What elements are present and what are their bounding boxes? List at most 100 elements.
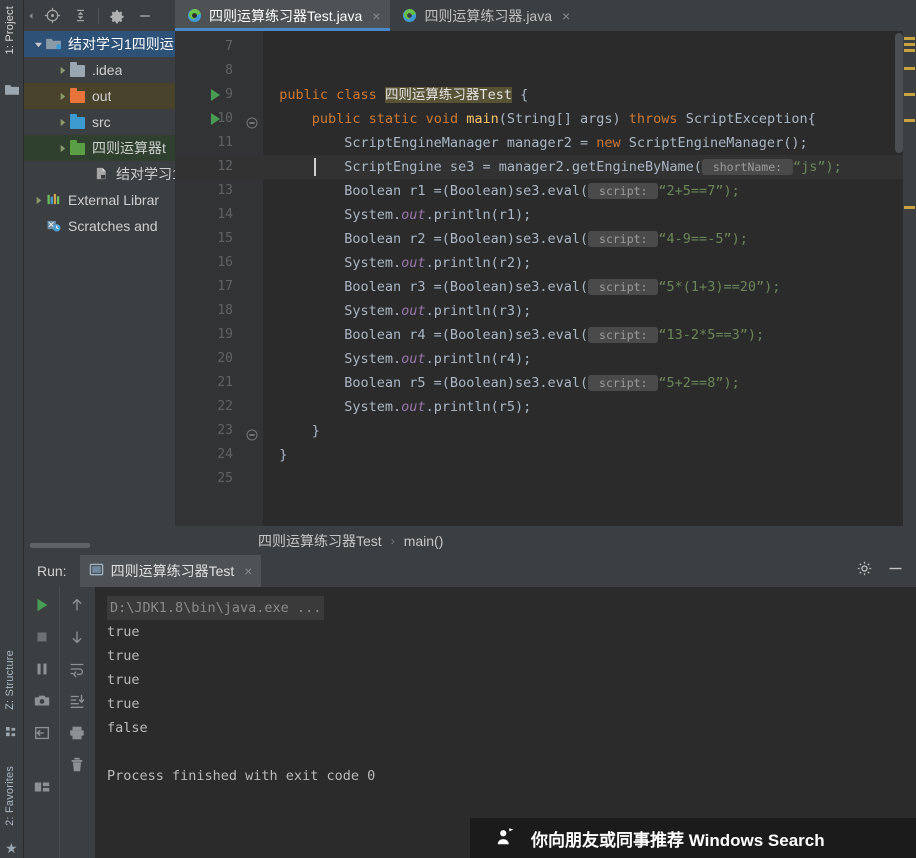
chevron-right-icon[interactable] [54,92,70,101]
code-line-17[interactable]: 17 Boolean r3 =(Boolean)se3.eval( script… [175,275,916,299]
code-token: main [466,111,499,127]
code-line-25[interactable]: 25 [175,467,916,491]
close-icon[interactable]: × [244,563,252,579]
fold-collapse-icon[interactable] [246,113,258,129]
run-gutter-icon[interactable] [211,113,220,125]
sidebar-item-favorites[interactable]: 2: Favorites [4,766,16,826]
close-icon[interactable]: × [372,8,380,24]
code-text: Boolean r1 =(Boolean)se3.eval( script: “… [263,179,740,203]
warning-marker-5[interactable] [904,119,915,122]
warning-marker-3[interactable] [904,67,915,70]
run-tool-window-header: Run: 四则运算练习器Test × [24,555,916,587]
tree-item-0[interactable]: 结对学习1四则运 [24,31,175,57]
tree-item-7[interactable]: Scratches and [24,213,175,239]
code-token: ScriptEngineManager manager2 = [263,135,597,151]
sidebar-item-project[interactable]: 1: Project [4,6,16,54]
code-line-9[interactable]: 9 public class 四则运算练习器Test { [175,83,916,107]
camera-icon[interactable] [32,691,52,711]
tree-item-label: .idea [92,62,123,78]
export-icon[interactable] [32,723,52,743]
code-line-24[interactable]: 24 } [175,443,916,467]
code-token: “13-2*5==3”); [658,327,765,343]
code-line-14[interactable]: 14 System.out.println(r1); [175,203,916,227]
code-line-19[interactable]: 19 Boolean r4 =(Boolean)se3.eval( script… [175,323,916,347]
fold-collapse-icon[interactable] [246,425,258,441]
editor-tab-1[interactable]: 四则运算练习器.java × [390,0,580,31]
editor-scrollbar[interactable] [895,33,903,153]
breadcrumb-separator: › [390,533,395,548]
code-line-16[interactable]: 16 System.out.println(r2); [175,251,916,275]
tree-item-1[interactable]: .idea [24,57,175,83]
code-line-22[interactable]: 22 System.out.println(r5); [175,395,916,419]
console-line-5: false [107,720,148,736]
pause-icon[interactable] [32,659,52,679]
settings-icon[interactable] [103,3,131,29]
chevron-right-icon[interactable] [54,66,70,75]
scroll-to-end-icon[interactable] [67,691,87,711]
code-token: .println(r3); [425,303,532,319]
line-number: 15 [217,231,233,246]
chevron-down-icon[interactable] [30,40,46,49]
run-toolbar-col-1 [24,587,59,858]
code-line-13[interactable]: 13 Boolean r1 =(Boolean)se3.eval( script… [175,179,916,203]
run-config-icon [89,562,104,580]
tree-item-5[interactable]: 结对学习1匹 [24,161,175,187]
locate-icon[interactable] [38,3,66,29]
chevron-right-icon[interactable] [30,196,46,205]
collapse-all-icon[interactable] [66,3,94,29]
breadcrumb: 四则运算练习器Test › main() [175,526,916,555]
minus-icon[interactable] [887,560,904,582]
code-line-18[interactable]: 18 System.out.println(r3); [175,299,916,323]
tree-item-4[interactable]: 四则运算器t [24,135,175,161]
print-icon[interactable] [67,723,87,743]
warning-marker-6[interactable] [904,206,915,209]
windows-notification[interactable]: 你向朋友或同事推荐 Windows Search [470,818,916,858]
code-line-15[interactable]: 15 Boolean r2 =(Boolean)se3.eval( script… [175,227,916,251]
code-content[interactable]: 789 public class 四则运算练习器Test {10 public … [175,31,916,491]
code-editor[interactable]: 789 public class 四则运算练习器Test {10 public … [175,31,916,526]
code-line-12[interactable]: 12 ScriptEngine se3 = manager2.getEngine… [175,155,916,179]
run-configuration-tab[interactable]: 四则运算练习器Test × [79,555,262,587]
tree-item-6[interactable]: External Librar [24,187,175,213]
line-number: 14 [217,207,233,222]
layout-icon[interactable] [32,777,52,797]
run-gutter-icon[interactable] [211,89,220,101]
code-line-20[interactable]: 20 System.out.println(r4); [175,347,916,371]
chevron-right-icon[interactable] [54,118,70,127]
editor-tab-bar: 四则运算练习器Test.java × 四则运算练习器.java × [175,0,916,31]
code-token: new [596,135,629,151]
project-strip-icon [5,82,19,95]
code-line-8[interactable]: 8 [175,59,916,83]
code-line-21[interactable]: 21 Boolean r5 =(Boolean)se3.eval( script… [175,371,916,395]
arrow-up-icon[interactable] [67,595,87,615]
editor-tab-0[interactable]: 四则运算练习器Test.java × [175,0,391,31]
breadcrumb-class[interactable]: 四则运算练习器Test [258,531,382,551]
close-icon[interactable]: × [562,8,570,24]
warning-marker-4[interactable] [904,93,915,96]
trash-icon[interactable] [67,755,87,775]
code-line-7[interactable]: 7 [175,35,916,59]
rerun-icon[interactable] [32,595,52,615]
gear-icon[interactable] [856,560,873,582]
soft-wrap-icon[interactable] [67,659,87,679]
code-token: .println(r1); [425,207,532,223]
chevron-left-icon[interactable] [24,3,38,29]
tree-item-3[interactable]: src [24,109,175,135]
panel-resize-handle[interactable] [30,543,90,548]
marker-gutter[interactable] [903,31,916,526]
chevron-right-icon[interactable] [54,144,70,153]
code-line-11[interactable]: 11 ScriptEngineManager manager2 = new Sc… [175,131,916,155]
code-line-10[interactable]: 10 public static void main(String[] args… [175,107,916,131]
sidebar-item-structure[interactable]: Z: Structure [4,650,16,710]
warning-marker-1[interactable] [904,43,915,46]
code-line-23[interactable]: 23 } [175,419,916,443]
tree-item-2[interactable]: out [24,83,175,109]
hide-panel-icon[interactable] [131,3,159,29]
breadcrumb-method[interactable]: main() [404,533,444,549]
code-token: (String[] args) [498,111,629,127]
stop-icon[interactable] [32,627,52,647]
warning-marker-0[interactable] [904,37,915,40]
warning-marker-2[interactable] [904,49,915,52]
arrow-down-icon[interactable] [67,627,87,647]
